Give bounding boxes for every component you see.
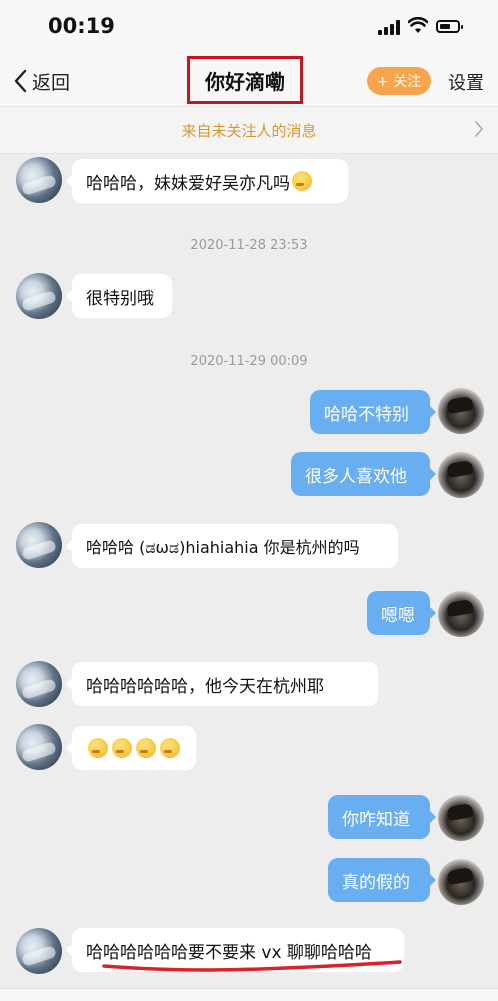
message-timestamp: 2020-11-29 00:09 <box>190 354 308 369</box>
chat-title-highlight: 你好滴嘞 <box>187 56 303 104</box>
thinking-emoji-icon <box>112 738 132 758</box>
message-bubble-outgoing[interactable]: 嗯嗯 <box>367 591 436 635</box>
user-avatar[interactable] <box>438 452 484 498</box>
message-text: 哈哈哈，妹妹爱好吴亦凡吗 <box>86 173 290 194</box>
contact-avatar[interactable] <box>16 273 62 319</box>
message-text: 真的假的 <box>342 872 410 893</box>
contact-avatar[interactable] <box>16 522 62 568</box>
message-text: 很多人喜欢他 <box>305 466 407 487</box>
chevron-right-icon <box>475 121 484 137</box>
message-text: 嗯嗯 <box>381 605 415 626</box>
message-list[interactable]: 哈哈哈，妹妹爱好吴亦凡吗 2020-11-28 23:53 很特别哦 2020-… <box>0 154 498 1000</box>
message-text: 哈哈哈 (ಡωಡ)hiahiahia 你是杭州的吗 <box>86 538 360 557</box>
battery-icon <box>436 20 463 33</box>
red-underline-annotation <box>102 960 402 972</box>
thinking-emoji-icon <box>88 738 108 758</box>
back-button[interactable]: 返回 <box>12 66 70 96</box>
user-avatar[interactable] <box>438 591 484 637</box>
settings-button[interactable]: 设置 <box>448 69 484 95</box>
message-text: 哈哈不特别 <box>324 404 409 425</box>
back-label: 返回 <box>32 71 71 94</box>
message-bubble-outgoing[interactable]: 你咋知道 <box>328 795 436 839</box>
thinking-emoji-icon <box>292 171 312 191</box>
contact-avatar[interactable] <box>16 928 62 974</box>
chevron-left-icon <box>14 69 27 93</box>
cellular-signal-icon <box>378 19 402 35</box>
wifi-icon <box>408 17 428 33</box>
message-bubble-incoming[interactable]: 很特别哦 <box>66 274 172 318</box>
message-bubble-incoming[interactable]: 哈哈哈，妹妹爱好吴亦凡吗 <box>66 159 348 203</box>
chat-title: 你好滴嘞 <box>205 69 285 94</box>
thinking-emoji-icon <box>160 738 180 758</box>
status-bar: 00:19 <box>0 0 498 56</box>
message-text: 你咋知道 <box>342 809 410 830</box>
message-bubble-incoming[interactable]: 哈哈哈 (ಡωಡ)hiahiahia 你是杭州的吗 <box>66 524 398 568</box>
message-bubble-incoming[interactable]: 哈哈哈哈哈哈，他今天在杭州耶 <box>66 662 378 706</box>
user-avatar[interactable] <box>438 859 484 905</box>
notice-text: 来自未关注人的消息 <box>181 122 317 140</box>
input-bar[interactable] <box>0 988 498 1001</box>
message-timestamp: 2020-11-28 23:53 <box>190 238 308 253</box>
stranger-message-notice[interactable]: 来自未关注人的消息 <box>0 106 498 154</box>
message-text: 很特别哦 <box>86 288 154 309</box>
contact-avatar[interactable] <box>16 661 62 707</box>
contact-avatar[interactable] <box>16 724 62 770</box>
thinking-emoji-icon <box>136 738 156 758</box>
message-text: 哈哈哈哈哈哈，他今天在杭州耶 <box>86 676 324 697</box>
contact-avatar[interactable] <box>16 157 62 203</box>
nav-bar: 返回 你好滴嘞 + 关注 设置 <box>0 56 498 106</box>
message-bubble-incoming[interactable] <box>66 726 196 770</box>
user-avatar[interactable] <box>438 795 484 841</box>
follow-button[interactable]: + 关注 <box>367 67 431 95</box>
status-time: 00:19 <box>48 14 115 38</box>
message-bubble-outgoing[interactable]: 很多人喜欢他 <box>291 452 436 496</box>
user-avatar[interactable] <box>438 388 484 434</box>
message-bubble-outgoing[interactable]: 真的假的 <box>328 858 436 902</box>
message-bubble-outgoing[interactable]: 哈哈不特别 <box>310 390 436 434</box>
